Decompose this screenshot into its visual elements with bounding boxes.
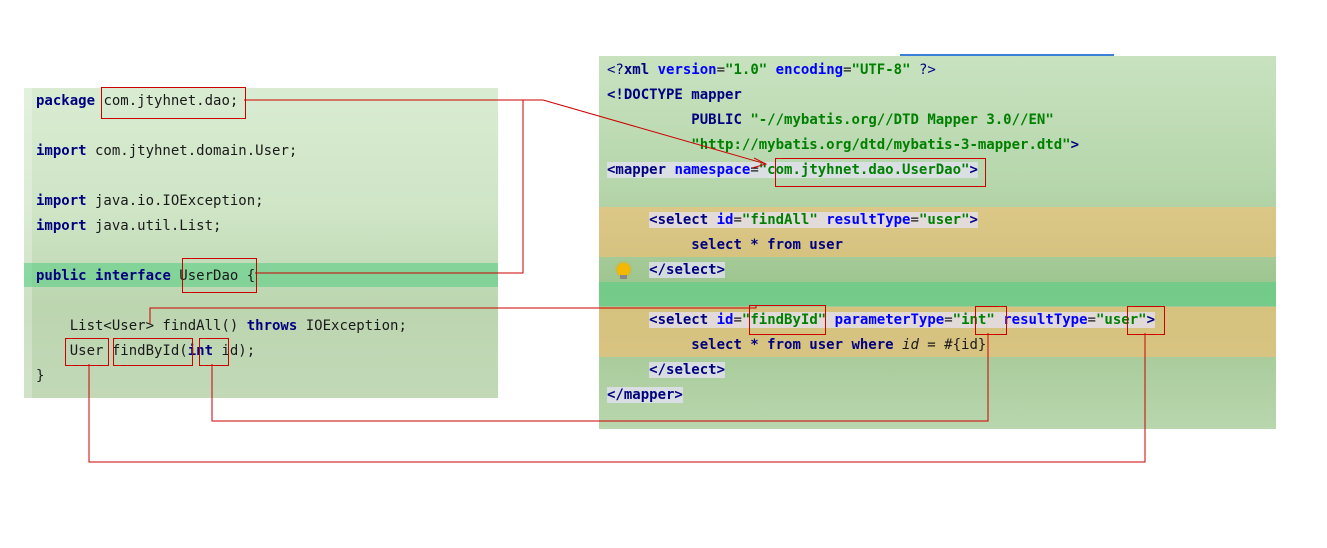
connector-to-namespace [542, 99, 767, 165]
arrowhead-namespace [751, 157, 768, 169]
connector-package-to-userdao [255, 100, 524, 274]
connector-user [88, 333, 1146, 463]
connector-findbyid [149, 305, 757, 324]
connector-int [211, 333, 989, 422]
connector-lines [88, 99, 1146, 463]
